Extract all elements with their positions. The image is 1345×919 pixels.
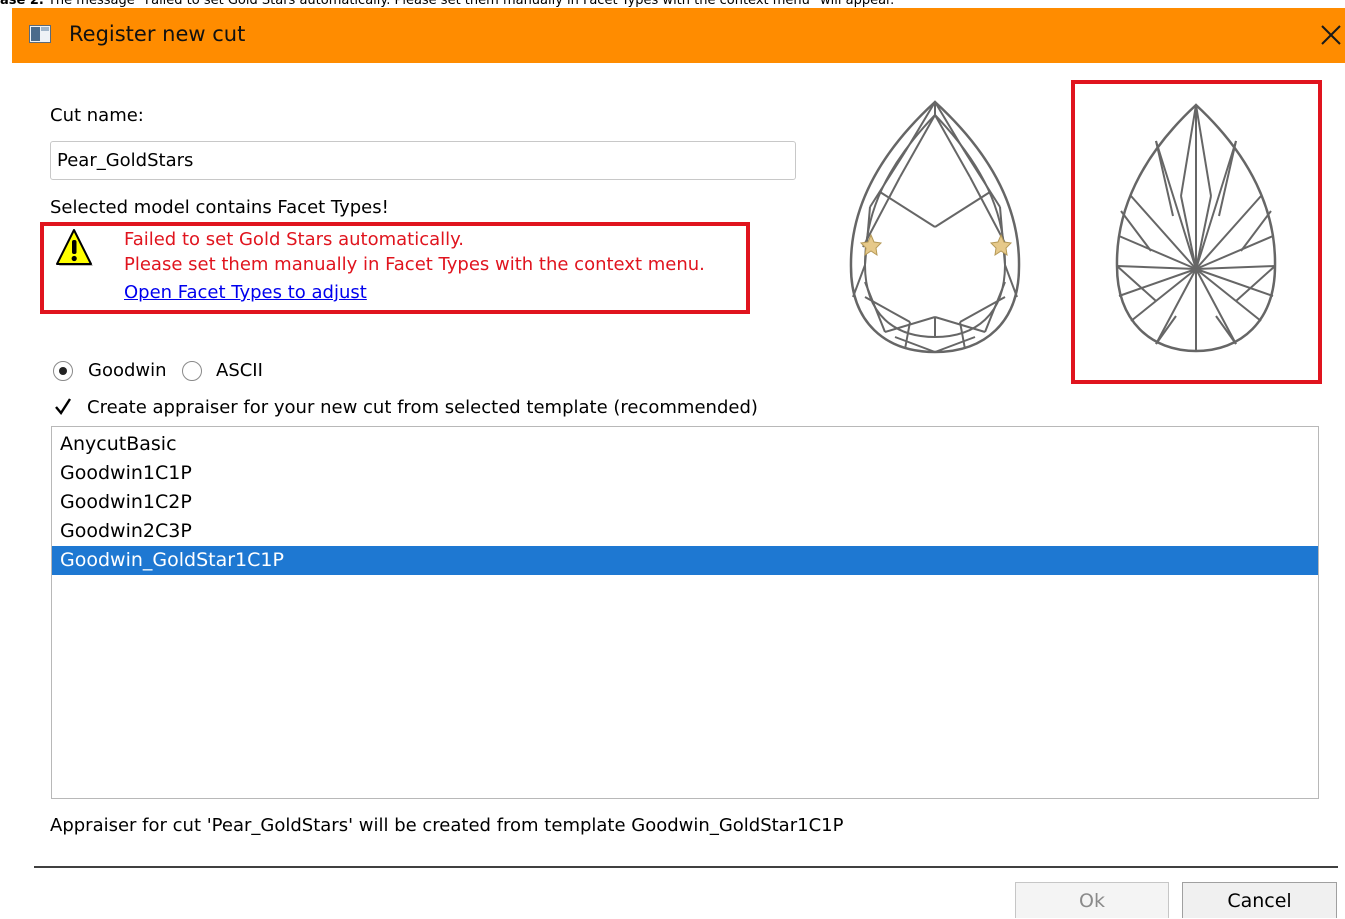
- window-app-icon: [29, 25, 51, 43]
- warning-line-1: Failed to set Gold Stars automatically.: [124, 229, 464, 250]
- list-item[interactable]: Goodwin1C1P: [52, 459, 1318, 488]
- cut-name-input[interactable]: [50, 141, 796, 180]
- radio-goodwin[interactable]: [53, 361, 73, 381]
- warning-icon: [56, 229, 93, 266]
- appraiser-status-text: Appraiser for cut 'Pear_GoldStars' will …: [50, 815, 844, 836]
- list-item[interactable]: Goodwin1C2P: [52, 488, 1318, 517]
- ok-button[interactable]: Ok: [1015, 882, 1169, 918]
- pear-gem-pavilion-icon: [1115, 103, 1277, 353]
- dialog-title: Register new cut: [69, 22, 246, 46]
- close-icon[interactable]: [1318, 22, 1344, 48]
- caption-text: The message "Failed to set Gold Stars au…: [43, 0, 895, 8]
- cut-name-label: Cut name:: [50, 105, 144, 126]
- create-appraiser-checkbox[interactable]: [53, 397, 73, 417]
- pear-gem-crown-icon: [849, 100, 1021, 354]
- caption-prefix: ase 2.: [0, 0, 44, 8]
- footer-separator: [34, 866, 1338, 868]
- list-item-selected[interactable]: Goodwin_GoldStar1C1P: [52, 546, 1318, 575]
- warning-message-box: Failed to set Gold Stars automatically. …: [40, 222, 750, 314]
- facet-types-notice: Selected model contains Facet Types!: [50, 197, 389, 218]
- radio-goodwin-label: Goodwin: [88, 360, 167, 381]
- create-appraiser-label: Create appraiser for your new cut from s…: [87, 397, 758, 418]
- page-caption: ase 2. The message "Failed to set Gold S…: [0, 0, 1345, 8]
- radio-ascii[interactable]: [182, 361, 202, 381]
- list-item[interactable]: Goodwin2C3P: [52, 517, 1318, 546]
- radio-ascii-label: ASCII: [216, 360, 263, 381]
- list-item[interactable]: AnycutBasic: [52, 430, 1318, 459]
- warning-line-2: Please set them manually in Facet Types …: [124, 254, 705, 275]
- cancel-button[interactable]: Cancel: [1182, 882, 1337, 918]
- pavilion-preview-frame: [1071, 80, 1322, 384]
- template-list[interactable]: AnycutBasic Goodwin1C1P Goodwin1C2P Good…: [51, 426, 1319, 799]
- open-facet-types-link[interactable]: Open Facet Types to adjust: [124, 282, 367, 304]
- dialog-title-bar: Register new cut: [12, 8, 1345, 63]
